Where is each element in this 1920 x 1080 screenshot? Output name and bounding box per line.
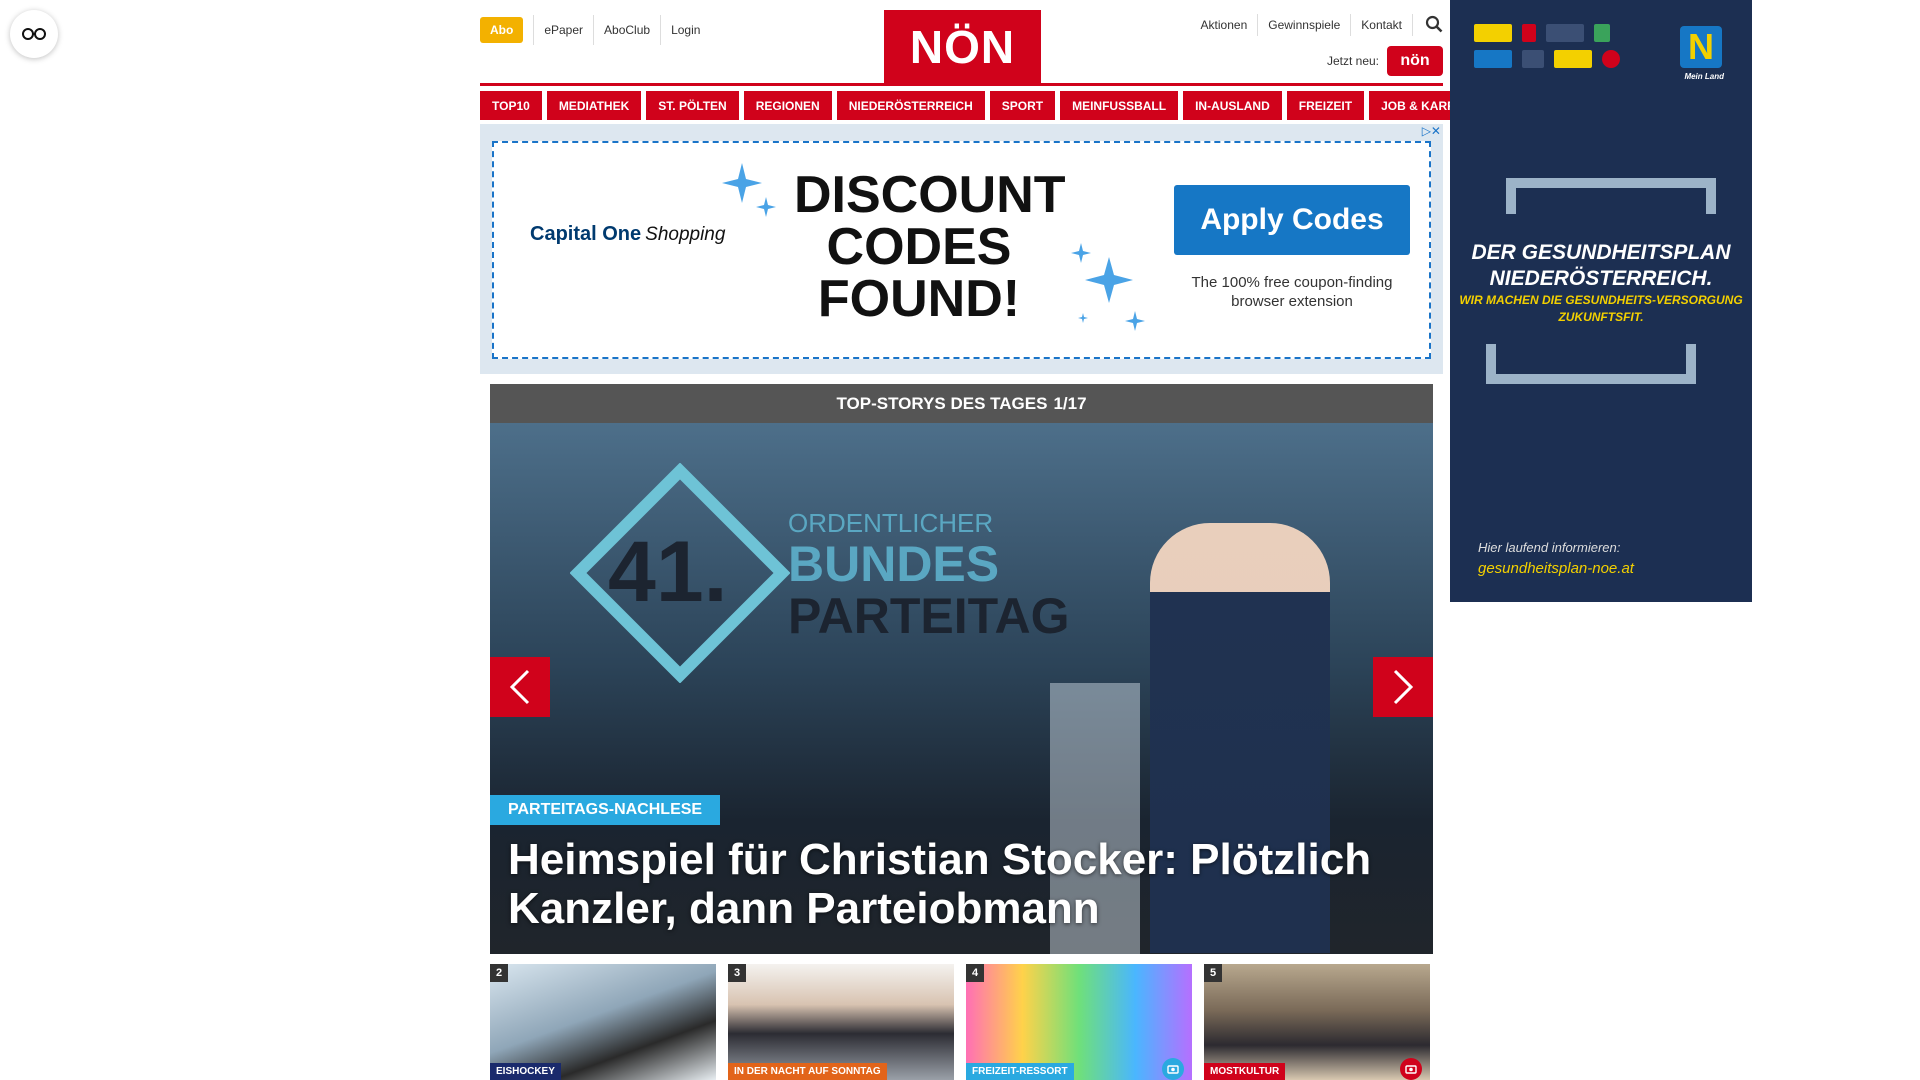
abo-button[interactable]: Abo (480, 17, 524, 43)
nav-mediathek[interactable]: MEDIATHEK (546, 91, 642, 120)
jetzt-neu: Jetzt neu: nön (1327, 46, 1443, 76)
nav-meinfussball[interactable]: MEINFUSSBALL (1060, 91, 1179, 120)
ad-brand: Capital One Shopping (530, 223, 725, 246)
nav-freizeit[interactable]: FREIZEIT (1286, 91, 1365, 120)
camera-icon (1162, 1058, 1184, 1080)
slide-image[interactable]: 41. ORDENTLICHER BUNDES PARTEITAG PARTEI… (490, 423, 1433, 954)
mein-land-label: Mein Land (1684, 72, 1724, 81)
ad-headline: DISCOUNT CODES FOUND! (794, 166, 1066, 328)
glasses-icon (22, 28, 46, 40)
slider-header: TOP-STORYS DES TAGES 1/17 (490, 384, 1433, 423)
epaper-link[interactable]: ePaper (533, 15, 593, 45)
side-ad-info: Hier laufend informieren: (1478, 540, 1621, 555)
ad-banner[interactable]: ▷✕ Capital One Shopping DISCOUNT CODES FO… (480, 124, 1443, 374)
ad-close-icon[interactable]: ▷✕ (1422, 124, 1441, 138)
nav-niederoesterreich[interactable]: NIEDERÖSTERREICH (836, 91, 985, 120)
thumb-number: 2 (490, 964, 508, 982)
login-link[interactable]: Login (660, 15, 710, 45)
partner-logo (1474, 24, 1512, 42)
nav-sport[interactable]: SPORT (989, 91, 1056, 120)
sparkle-icon (1071, 243, 1145, 331)
slider-counter: 1/17 (1053, 393, 1087, 413)
thumb-story-5[interactable]: 5 MOSTKULTUR (1204, 964, 1430, 1080)
reader-mode-button[interactable] (10, 10, 58, 58)
slider-prev-button[interactable] (490, 657, 550, 717)
side-ad-title: DER GESUNDHEITSPLAN NIEDERÖSTERREICH. (1471, 241, 1731, 290)
story-headline[interactable]: Heimspiel für Christian Stocker: Plötzli… (508, 835, 1408, 933)
nav-st-poelten[interactable]: ST. PÖLTEN (646, 91, 739, 120)
bracket-decoration (1506, 178, 1716, 214)
screen-line-3: PARTEITAG (788, 588, 1070, 644)
side-ad-subtitle: WIR MACHEN DIE GESUNDHEITS-VERSORGUNG ZU… (1459, 293, 1743, 324)
thumb-story-3[interactable]: 3 IN DER NACHT AUF SONNTAG (728, 964, 954, 1080)
thumb-tag: MOSTKULTUR (1204, 1063, 1286, 1080)
top-stories-slider: TOP-STORYS DES TAGES 1/17 41. ORDENTLICH… (490, 384, 1433, 954)
top-nav-left: Abo ePaper AboClub Login (480, 15, 710, 45)
nav-in-ausland[interactable]: IN-AUSLAND (1183, 91, 1282, 120)
story-thumbnails: 2 EISHOCKEY 3 IN DER NACHT AUF SONNTAG 4… (490, 964, 1433, 1080)
site-logo[interactable]: NÖN (884, 10, 1041, 84)
partner-logo (1602, 50, 1620, 68)
jetzt-neu-label: Jetzt neu: (1326, 54, 1379, 68)
screen-line-2: BUNDES (788, 536, 1000, 592)
sparkle-icon (722, 163, 776, 217)
top-nav-right: Aktionen Gewinnspiele Kontakt (1191, 14, 1443, 36)
ad-brand-suffix: Shopping (645, 224, 726, 245)
stage-screen: 41. ORDENTLICHER BUNDES PARTEITAG (570, 463, 1090, 683)
partner-logo (1474, 50, 1512, 68)
story-kicker[interactable]: PARTEITAGS-NACHLESE (490, 795, 721, 825)
thumb-tag: FREIZEIT-RESSORT (966, 1063, 1074, 1080)
chevron-right-icon (1393, 669, 1414, 705)
partner-logo (1522, 50, 1544, 68)
slider-next-button[interactable] (1373, 657, 1433, 717)
aboclub-link[interactable]: AboClub (593, 15, 660, 45)
nav-regionen[interactable]: REGIONEN (743, 91, 832, 120)
bracket-decoration (1486, 344, 1696, 384)
nav-top10[interactable]: TOP10 (480, 91, 542, 120)
thumb-number: 5 (1204, 964, 1222, 982)
thumb-tag: EISHOCKEY (490, 1063, 561, 1080)
ad-content: Capital One Shopping DISCOUNT CODES FOUND… (492, 141, 1431, 359)
partner-logo (1546, 24, 1584, 42)
ad-subtext: The 100% free coupon-finding browser ext… (1191, 274, 1393, 310)
red-cross-logo (1522, 24, 1536, 42)
main-nav: TOP10 MEDIATHEK ST. PÖLTEN REGIONEN NIED… (480, 91, 1496, 120)
chevron-left-icon (509, 669, 530, 705)
ad-brand-name: Capital One (530, 223, 642, 245)
thumb-number: 4 (966, 964, 984, 982)
screen-number: 41. (608, 524, 728, 620)
gewinnspiele-link[interactable]: Gewinnspiele (1258, 14, 1352, 36)
noe-logo: N (1680, 26, 1722, 68)
side-ad-url[interactable]: gesundheitsplan-noe.at (1478, 560, 1634, 577)
sidebar-ad[interactable]: N Mein Land DER GESUNDHEITSPLAN NIEDERÖS… (1450, 0, 1752, 602)
apply-codes-button[interactable]: Apply Codes (1174, 185, 1410, 255)
partner-logo (1594, 24, 1610, 42)
search-icon[interactable] (1425, 15, 1443, 36)
aktionen-link[interactable]: Aktionen (1191, 14, 1259, 36)
header-divider (480, 83, 1443, 86)
thumb-story-4[interactable]: 4 FREIZEIT-RESSORT (966, 964, 1192, 1080)
kontakt-link[interactable]: Kontakt (1351, 14, 1413, 36)
notruf-logo (1554, 50, 1592, 68)
new-app-logo[interactable]: nön (1387, 46, 1443, 76)
site-header: Abo ePaper AboClub Login NÖN Aktionen Ge… (480, 0, 1443, 84)
thumb-story-2[interactable]: 2 EISHOCKEY (490, 964, 716, 1080)
thumb-number: 3 (728, 964, 746, 982)
camera-icon (1400, 1058, 1422, 1080)
thumb-tag: IN DER NACHT AUF SONNTAG (728, 1063, 887, 1080)
slider-title: TOP-STORYS DES TAGES (836, 393, 1048, 413)
